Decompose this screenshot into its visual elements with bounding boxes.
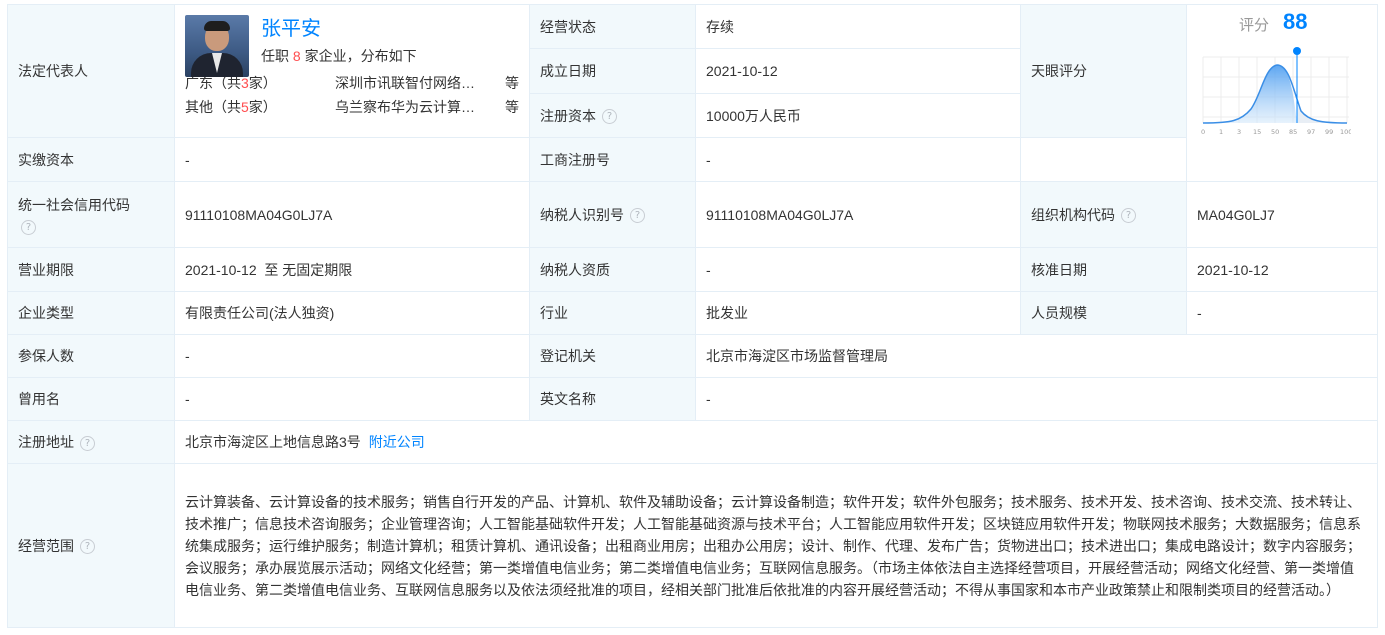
credit-code-value: 91110108MA04G0LJ7A <box>174 181 530 248</box>
approval-date-label: 核准日期 <box>1020 247 1187 292</box>
credit-code-label: 统一社会信用代码? <box>7 181 175 248</box>
former-name-value: - <box>174 377 530 421</box>
help-icon[interactable]: ? <box>21 220 36 235</box>
english-name-label: 英文名称 <box>529 377 696 421</box>
help-icon[interactable]: ? <box>80 539 95 555</box>
address-label: 注册地址? <box>7 420 175 464</box>
term-value: 2021-10-12 至 无固定期限 <box>174 247 530 292</box>
status-label: 经营状态 <box>529 4 696 49</box>
legal-rep-avatar[interactable] <box>185 15 249 77</box>
taxpayer-qual-label: 纳税人资质 <box>529 247 696 292</box>
reg-authority-label: 登记机关 <box>529 334 696 378</box>
help-icon[interactable]: ? <box>602 109 617 125</box>
legal-rep-label: 法定代表人 <box>7 4 175 138</box>
org-code-value: MA04G0LJ7 <box>1186 181 1378 248</box>
tick-label: 15 <box>1253 128 1261 136</box>
staff-size-label: 人员规模 <box>1020 291 1187 335</box>
reg-capital-value: 10000万人民币 <box>695 93 1021 138</box>
tick-label: 3 <box>1237 128 1241 136</box>
region-company-link[interactable]: 乌兰察布华为云计算… <box>335 95 495 119</box>
term-label: 营业期限 <box>7 247 175 292</box>
biz-reg-no-label: 工商注册号 <box>529 137 696 182</box>
legal-rep-name-link[interactable]: 张平安 <box>261 15 417 43</box>
tick-label: 100 <box>1340 128 1351 136</box>
scope-label: 经营范围? <box>7 463 175 628</box>
reg-capital-label: 注册资本? <box>529 93 696 138</box>
approval-date-value: 2021-10-12 <box>1186 247 1378 292</box>
org-code-label: 组织机构代码? <box>1020 181 1187 248</box>
address-value-cell: 北京市海淀区上地信息路3号 附近公司 <box>174 420 1378 464</box>
tick-label: 0 <box>1201 128 1205 136</box>
score-value: 88 <box>1283 9 1308 34</box>
former-name-label: 曾用名 <box>7 377 175 421</box>
address-value: 北京市海淀区上地信息路3号 <box>185 434 361 450</box>
score-axis-ticks: 0 1 3 15 50 85 97 99 100 <box>1201 128 1351 136</box>
insured-label: 参保人数 <box>7 334 175 378</box>
help-icon[interactable]: ? <box>630 208 645 224</box>
score-chart-cell: 评分 88 0 1 3 15 50 85 97 99 100 <box>1186 4 1378 182</box>
scope-value: 云计算装备、云计算设备的技术服务；销售自行开发的产品、计算机、软件及辅助设备；云… <box>174 463 1378 628</box>
score-curve-rest <box>1297 103 1347 123</box>
help-icon[interactable]: ? <box>1121 208 1136 224</box>
industry-value: 批发业 <box>695 291 1021 335</box>
legal-rep-cell: 张平安 任职 8 家企业，分布如下 广东（共3家） 深圳市讯联智付网络… 等 其… <box>174 4 530 138</box>
english-name-value: - <box>695 377 1378 421</box>
reg-authority-value: 北京市海淀区市场监督管理局 <box>695 334 1378 378</box>
score-curve-fill <box>1203 65 1297 123</box>
company-info-table: 法定代表人 张平安 任职 8 家企业，分布如下 广东（共3家） 深圳市讯联智付网… <box>7 4 1378 628</box>
taxpayer-id-value: 91110108MA04G0LJ7A <box>695 181 1021 248</box>
tick-label: 97 <box>1307 128 1315 136</box>
staff-size-value: - <box>1186 291 1378 335</box>
nearby-companies-link[interactable]: 附近公司 <box>369 434 425 450</box>
insured-value: - <box>174 334 530 378</box>
biz-reg-no-value: - <box>695 137 1021 182</box>
founded-value: 2021-10-12 <box>695 48 1021 94</box>
company-count: 8 <box>292 48 301 64</box>
founded-label: 成立日期 <box>529 48 696 94</box>
paid-capital-value: - <box>174 137 530 182</box>
tick-label: 99 <box>1325 128 1333 136</box>
industry-label: 行业 <box>529 291 696 335</box>
region-company-link[interactable]: 深圳市讯联智付网络… <box>335 71 495 95</box>
company-type-value: 有限责任公司(法人独资) <box>174 291 530 335</box>
more-companies-link[interactable]: 等 <box>505 71 519 95</box>
company-type-label: 企业类型 <box>7 291 175 335</box>
help-icon[interactable]: ? <box>80 435 95 451</box>
score-title: 评分 <box>1239 17 1270 34</box>
taxpayer-id-label: 纳税人识别号? <box>529 181 696 248</box>
more-companies-link[interactable]: 等 <box>505 95 519 119</box>
taxpayer-qual-value: - <box>695 247 1021 292</box>
score-distribution-chart[interactable]: 0 1 3 15 50 85 97 99 100 <box>1201 43 1351 138</box>
paid-capital-label: 实缴资本 <box>7 137 175 182</box>
score-marker-dot <box>1293 47 1301 55</box>
status-value: 存续 <box>695 4 1021 49</box>
legal-rep-summary: 任职 8 家企业，分布如下 <box>261 48 417 64</box>
tianyan-score-label: 天眼评分 <box>1020 4 1187 138</box>
tick-label: 1 <box>1219 128 1223 136</box>
tick-label: 50 <box>1271 128 1279 136</box>
tick-label: 85 <box>1289 128 1297 136</box>
region-row: 其他（共5家） 乌兰察布华为云计算… 等 <box>185 95 519 119</box>
